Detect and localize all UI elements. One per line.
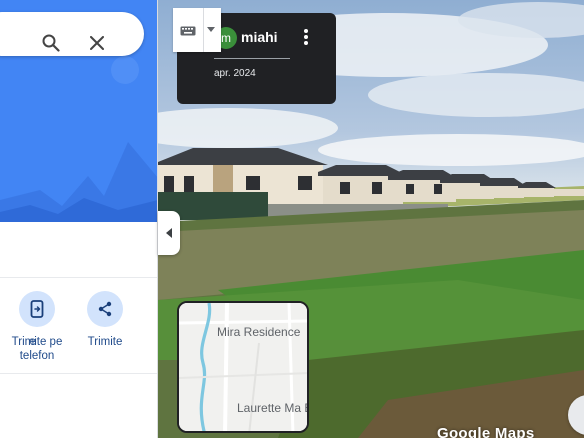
google-maps-wordmark: Google Maps [437, 425, 535, 438]
share-icon [98, 301, 112, 317]
action-circle [19, 291, 55, 327]
minimap-label: Mira Residence [217, 325, 301, 339]
chevron-down-icon[interactable] [207, 27, 215, 32]
more-vert-icon[interactable] [299, 28, 313, 48]
collapse-panel-button[interactable] [158, 211, 180, 255]
divider [203, 8, 204, 52]
photo-author[interactable]: miahi [241, 29, 278, 45]
share-button[interactable]: Trimite [65, 291, 145, 349]
search-box[interactable] [0, 12, 144, 56]
search-icon[interactable] [42, 34, 60, 52]
phone-send-icon [30, 300, 44, 318]
minimap[interactable]: Mira Residence Laurette Ma Beauty De [177, 301, 309, 433]
side-panel: e Trimite pe telefon Trimite [0, 0, 158, 438]
divider [0, 277, 157, 278]
photo-date: apr. 2024 [214, 68, 256, 79]
divider [0, 373, 157, 374]
input-tools-button[interactable] [173, 8, 221, 52]
action-circle [87, 291, 123, 327]
author-underline [214, 58, 290, 59]
chevron-left-icon [166, 228, 172, 238]
minimap-label: Laurette Ma Beauty De [237, 401, 307, 415]
action-label: Trimite [87, 336, 123, 348]
keyboard-icon [180, 26, 196, 36]
close-icon[interactable] [90, 36, 104, 50]
maps-window: e Trimite pe telefon Trimite m miahi apr… [0, 0, 584, 438]
